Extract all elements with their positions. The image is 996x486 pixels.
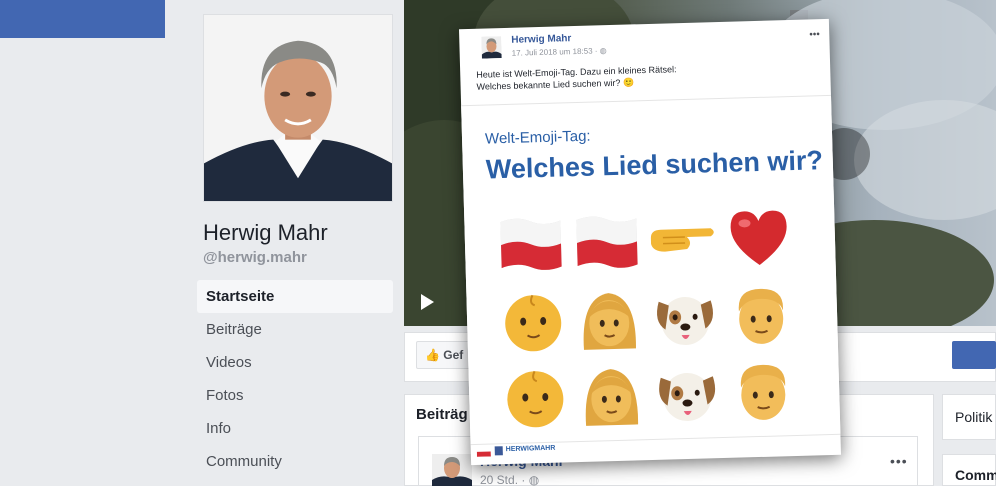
- nav-item-info[interactable]: Info: [197, 412, 393, 445]
- man-icon: [738, 288, 784, 344]
- nav-item-beitraege[interactable]: Beiträge: [197, 313, 393, 346]
- globe-icon: ◍: [599, 46, 607, 56]
- austria-flag-icon: [476, 446, 491, 457]
- sidebar-card-label: Politik: [955, 409, 993, 425]
- overlay-menu-icon: •••: [809, 29, 820, 41]
- image-subtitle: Welt-Emoji-Tag:: [484, 127, 591, 148]
- emoji-post-screenshot: Herwig Mahr 17. Juli 2018 um 18:53 · ◍ •…: [458, 18, 842, 466]
- overlay-author-name: Herwig Mahr: [511, 33, 572, 46]
- overlay-author-avatar: [481, 36, 502, 59]
- flag-icon: [576, 216, 638, 268]
- primary-action-button[interactable]: [952, 341, 996, 369]
- facebook-icon: [494, 446, 503, 456]
- post-menu-icon[interactable]: •••: [890, 453, 908, 469]
- baby-icon: [505, 294, 562, 352]
- thumbs-up-icon: 👍: [425, 348, 440, 362]
- play-icon[interactable]: [418, 293, 436, 311]
- top-navigation-bar: [0, 0, 165, 38]
- like-button-label: Gef: [443, 348, 464, 362]
- nav-item-community[interactable]: Community: [197, 445, 393, 478]
- dog-icon: [659, 373, 716, 422]
- overlay-post-text: Heute ist Welt-Emoji-Tag. Dazu ein klein…: [476, 63, 677, 93]
- profile-handle[interactable]: @herwig.mahr: [203, 249, 307, 266]
- overlay-time-text: 17. Juli 2018 um 18:53 ·: [511, 46, 600, 58]
- sidebar-card-label: Comm: [955, 467, 996, 483]
- post-author-avatar[interactable]: [432, 454, 472, 486]
- post-timestamp[interactable]: 20 Std. · ◍: [480, 473, 539, 486]
- posts-section-title: Beiträg: [416, 406, 468, 423]
- post-time-text: 20 Std. ·: [480, 473, 529, 486]
- woman-icon: [585, 369, 639, 426]
- heart-icon: [730, 210, 787, 265]
- nav-item-startseite[interactable]: Startseite: [197, 280, 393, 313]
- sidebar-card-community[interactable]: Comm: [942, 454, 996, 486]
- globe-icon: ◍: [528, 473, 540, 486]
- profile-picture[interactable]: [203, 14, 393, 202]
- woman-icon: [583, 293, 636, 350]
- pointing-hand-icon: [650, 228, 714, 252]
- flag-icon: [500, 218, 562, 270]
- baby-icon: [507, 370, 564, 428]
- sidebar-card-politik[interactable]: Politik: [942, 394, 996, 440]
- man-icon: [740, 364, 786, 420]
- nav-item-fotos[interactable]: Fotos: [197, 379, 393, 412]
- dog-icon: [657, 297, 713, 346]
- profile-name[interactable]: Herwig Mahr: [203, 220, 328, 246]
- profile-navigation: Startseite Beiträge Videos Fotos Info Co…: [197, 280, 393, 478]
- profile-photo-icon: [204, 15, 392, 201]
- overlay-timestamp: 17. Juli 2018 um 18:53 · ◍: [512, 46, 607, 58]
- overlay-brand: HERWIGMAHR: [505, 444, 556, 454]
- nav-item-videos[interactable]: Videos: [197, 346, 393, 379]
